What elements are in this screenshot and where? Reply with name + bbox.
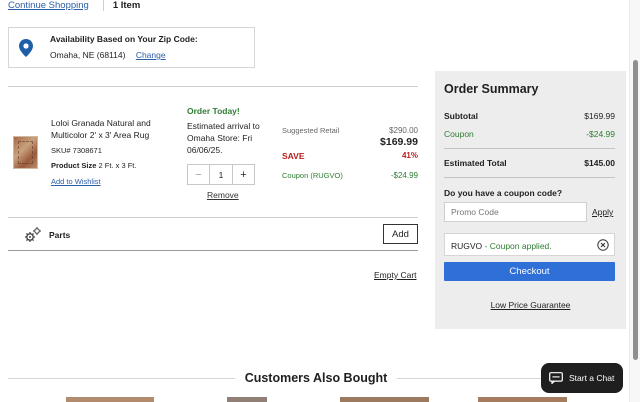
page-scrollbar[interactable] [629, 0, 640, 402]
chat-label: Start a Chat [569, 373, 615, 383]
applied-coupon-box: RUGVO - Coupon applied. [444, 233, 615, 256]
coupon-value: -$24.99 [586, 129, 615, 139]
save-label: SAVE [282, 151, 305, 161]
product-size-value: 2 Ft. x 3 Ft. [98, 161, 137, 170]
quantity-value[interactable]: 1 [210, 165, 232, 184]
order-summary-title: Order Summary [444, 82, 539, 96]
product-sku: SKU# 7308671 [51, 146, 102, 155]
subtotal-row: Subtotal $169.99 [444, 111, 615, 121]
total-row: Estimated Total $145.00 [444, 158, 615, 168]
recommended-product-image[interactable] [340, 397, 429, 402]
suggested-retail-label: Suggested Retail [282, 126, 340, 135]
decrease-quantity-button[interactable]: − [188, 165, 210, 184]
start-chat-button[interactable]: Start a Chat [541, 363, 623, 393]
divider [444, 148, 615, 149]
low-price-guarantee-link[interactable]: Low Price Guarantee [435, 300, 626, 310]
apply-coupon-link[interactable]: Apply [592, 207, 613, 217]
add-to-wishlist-link[interactable]: Add to Wishlist [51, 177, 101, 186]
chat-icon [549, 372, 563, 384]
item-coupon-value: -$24.99 [390, 171, 418, 180]
change-zip-link[interactable]: Change [136, 50, 166, 60]
continue-shopping-link[interactable]: Continue Shopping [8, 0, 89, 11]
subtotal-value: $169.99 [584, 111, 615, 121]
coupon-label: Coupon [444, 129, 474, 139]
coupon-row: Coupon -$24.99 [444, 129, 615, 139]
promo-code-input[interactable] [444, 202, 587, 222]
divider [102, 0, 104, 11]
suggested-retail-value: $290.00 [389, 126, 418, 135]
subtotal-label: Subtotal [444, 111, 478, 121]
save-percent: 41% [401, 151, 418, 160]
divider [8, 86, 418, 87]
item-count: 1 Item [112, 0, 141, 11]
quantity-stepper: − 1 + [187, 164, 255, 185]
recommended-product-image[interactable] [227, 397, 267, 402]
remove-item-link[interactable]: Remove [207, 190, 239, 200]
checkout-button[interactable]: Checkout [444, 262, 615, 281]
item-coupon-label: Coupon (RUGVO) [282, 171, 343, 180]
divider [8, 250, 418, 251]
add-parts-button[interactable]: Add [383, 224, 418, 244]
total-label: Estimated Total [444, 158, 507, 168]
gears-icon [25, 227, 41, 242]
customers-also-bought-title: Customers Also Bought [244, 371, 388, 385]
item-price: $169.99 [380, 136, 418, 148]
product-name[interactable]: Loloi Granada Natural and Multicolor 2' … [51, 117, 161, 141]
order-summary-panel: Order Summary Subtotal $169.99 Coupon -$… [435, 71, 626, 329]
product-image[interactable] [13, 136, 38, 169]
zip-availability-box: Availability Based on Your Zip Code: Oma… [8, 27, 255, 68]
empty-cart-link[interactable]: Empty Cart [374, 270, 417, 280]
recommended-product-image[interactable] [66, 397, 154, 402]
applied-coupon-message: - Coupon applied. [482, 241, 552, 251]
map-pin-icon [19, 39, 33, 57]
top-bar: Continue Shopping 1 Item [8, 0, 140, 12]
recommended-product-image[interactable] [478, 397, 567, 402]
product-size-label: Product Size [51, 161, 97, 170]
zip-location: Omaha, NE (68114) [50, 50, 126, 60]
close-icon[interactable] [597, 239, 609, 251]
divider [8, 217, 418, 218]
estimated-arrival: Estimated arrival to Omaha Store: Fri 06… [187, 121, 260, 155]
applied-coupon-code: RUGVO [451, 241, 483, 251]
total-value: $145.00 [584, 158, 615, 168]
increase-quantity-button[interactable]: + [232, 165, 254, 184]
parts-label: Parts [49, 230, 71, 240]
zip-location-row: Omaha, NE (68114) Change [50, 50, 166, 60]
zip-title: Availability Based on Your Zip Code: [50, 34, 198, 44]
order-today-label: Order Today! [187, 106, 240, 116]
product-size: Product Size 2 Ft. x 3 Ft. [51, 161, 136, 170]
applied-coupon-text: RUGVO - Coupon applied. [451, 241, 552, 251]
coupon-question: Do you have a coupon code? [444, 188, 563, 198]
scrollbar-thumb[interactable] [633, 60, 638, 360]
divider [444, 177, 615, 178]
